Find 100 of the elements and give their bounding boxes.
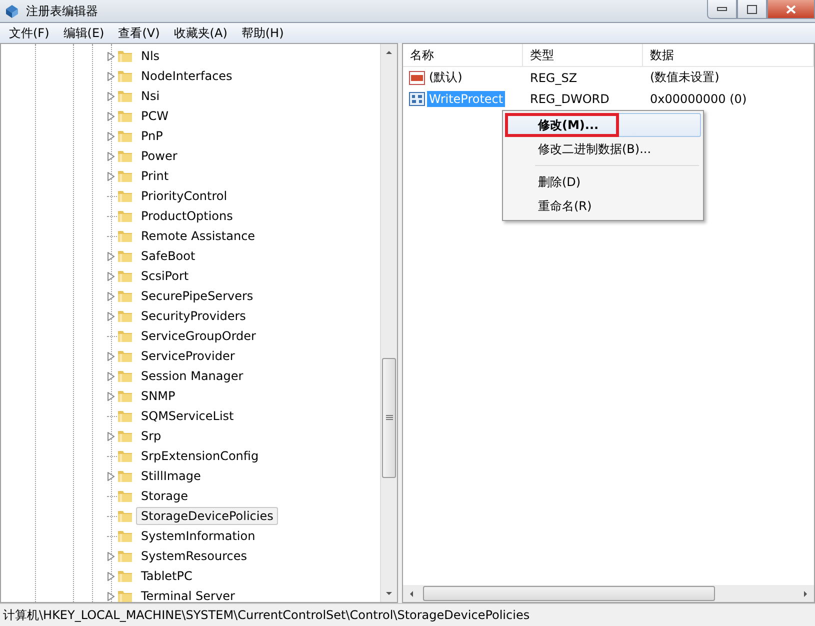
tree-item[interactable]: Nsi <box>136 87 165 105</box>
tree-item[interactable]: Session Manager <box>136 367 248 385</box>
tree-item[interactable]: ServiceProvider <box>136 347 240 365</box>
folder-icon <box>117 389 133 403</box>
tree-item[interactable]: Terminal Server <box>136 587 240 605</box>
tree-item[interactable]: Nls <box>136 47 165 65</box>
binary-value-icon <box>409 92 425 106</box>
scrollbar-thumb[interactable] <box>382 358 396 478</box>
folder-icon <box>117 69 133 83</box>
tree-item[interactable]: SQMServiceList <box>136 407 239 425</box>
expand-arrow-icon[interactable] <box>107 172 115 180</box>
folder-icon <box>117 369 133 383</box>
value-data: 0x00000000 (0) <box>649 92 748 106</box>
tree-item[interactable]: SrpExtensionConfig <box>136 447 264 465</box>
tree-item[interactable]: TabletPC <box>136 567 198 585</box>
folder-icon <box>117 469 133 483</box>
expand-arrow-icon[interactable] <box>107 52 115 60</box>
menu-item[interactable]: 查看(V) <box>111 24 167 42</box>
value-name[interactable]: (默认) <box>427 68 464 87</box>
column-header[interactable]: 类型 <box>523 44 643 66</box>
folder-icon <box>117 349 133 363</box>
status-path: 计算机\HKEY_LOCAL_MACHINE\SYSTEM\CurrentControlSet\Control\StorageDevicePolicies <box>3 606 530 624</box>
context-menu-item[interactable]: 修改二进制数据(B)... <box>505 137 701 161</box>
tree-item[interactable]: Srp <box>136 427 166 445</box>
close-button[interactable] <box>767 0 815 19</box>
minimize-icon <box>717 7 727 11</box>
expand-arrow-icon[interactable] <box>107 112 115 120</box>
column-header[interactable]: 数据 <box>643 44 814 66</box>
tree-item[interactable]: SNMP <box>136 387 180 405</box>
value-type: REG_SZ <box>529 70 578 84</box>
folder-icon <box>117 249 133 263</box>
expand-arrow-icon[interactable] <box>107 352 115 360</box>
tree-item[interactable]: ProductOptions <box>136 207 238 225</box>
folder-icon <box>117 89 133 103</box>
menu-item[interactable]: 文件(F) <box>2 24 56 42</box>
tree-item[interactable]: SystemResources <box>136 547 252 565</box>
expand-arrow-icon[interactable] <box>107 552 115 560</box>
tree-item[interactable]: PCW <box>136 107 174 125</box>
string-value-icon <box>409 70 425 84</box>
expand-arrow-icon[interactable] <box>107 572 115 580</box>
folder-icon <box>117 289 133 303</box>
horizontal-scrollbar[interactable] <box>403 585 814 602</box>
tree-item[interactable]: Print <box>136 167 174 185</box>
folder-icon <box>117 269 133 283</box>
column-header[interactable]: 名称 <box>403 44 523 66</box>
folder-icon <box>117 109 133 123</box>
tree-item[interactable]: ServiceGroupOrder <box>136 327 261 345</box>
tree-item[interactable]: SystemInformation <box>136 527 260 545</box>
expand-arrow-icon[interactable] <box>107 92 115 100</box>
expand-arrow-icon[interactable] <box>107 292 115 300</box>
folder-icon <box>117 589 133 603</box>
expand-arrow-icon[interactable] <box>107 472 115 480</box>
value-type: REG_DWORD <box>529 92 610 106</box>
tree-item[interactable]: SecurityProviders <box>136 307 251 325</box>
menu-item[interactable]: 帮助(H) <box>234 24 291 42</box>
expand-arrow-icon[interactable] <box>107 252 115 260</box>
folder-icon <box>117 409 133 423</box>
close-icon <box>786 4 796 14</box>
folder-icon <box>117 489 133 503</box>
folder-icon <box>117 189 133 203</box>
expand-arrow-icon[interactable] <box>107 132 115 140</box>
expand-arrow-icon[interactable] <box>107 392 115 400</box>
folder-icon <box>117 449 133 463</box>
tree-item[interactable]: PriorityControl <box>136 187 232 205</box>
expand-arrow-icon[interactable] <box>107 312 115 320</box>
menu-item[interactable]: 收藏夹(A) <box>166 24 234 42</box>
folder-icon <box>117 149 133 163</box>
tree-item[interactable]: ScsiPort <box>136 267 194 285</box>
vertical-scrollbar[interactable] <box>380 44 397 602</box>
folder-icon <box>117 49 133 63</box>
folder-icon <box>117 129 133 143</box>
context-menu-item[interactable]: 删除(D) <box>505 170 701 194</box>
folder-icon <box>117 429 133 443</box>
expand-arrow-icon[interactable] <box>107 592 115 600</box>
expand-arrow-icon[interactable] <box>107 72 115 80</box>
expand-arrow-icon[interactable] <box>107 372 115 380</box>
registry-icon <box>4 3 20 19</box>
tree-item[interactable]: PnP <box>136 127 168 145</box>
value-data: (数值未设置) <box>649 69 720 86</box>
tree-item[interactable]: Storage <box>136 487 193 505</box>
tree-item[interactable]: SecurePipeServers <box>136 287 258 305</box>
scrollbar-thumb[interactable] <box>423 586 715 601</box>
menu-item[interactable]: 编辑(E) <box>56 24 112 42</box>
expand-arrow-icon[interactable] <box>107 272 115 280</box>
context-menu-item[interactable]: 重命名(R) <box>505 194 701 218</box>
folder-icon <box>117 229 133 243</box>
minimize-button[interactable] <box>707 0 737 19</box>
expand-arrow-icon[interactable] <box>107 432 115 440</box>
tree-item[interactable]: SafeBoot <box>136 247 200 265</box>
tree-item[interactable]: Power <box>136 147 182 165</box>
tree-item[interactable]: StillImage <box>136 467 206 485</box>
tree-item[interactable]: StorageDevicePolicies <box>136 507 278 525</box>
folder-icon <box>117 169 133 183</box>
folder-icon <box>117 209 133 223</box>
expand-arrow-icon[interactable] <box>107 152 115 160</box>
tree-item[interactable]: Remote Assistance <box>136 227 260 245</box>
folder-icon <box>117 329 133 343</box>
maximize-button[interactable] <box>737 0 767 19</box>
folder-icon <box>117 529 133 543</box>
tree-item[interactable]: NodeInterfaces <box>136 67 238 85</box>
